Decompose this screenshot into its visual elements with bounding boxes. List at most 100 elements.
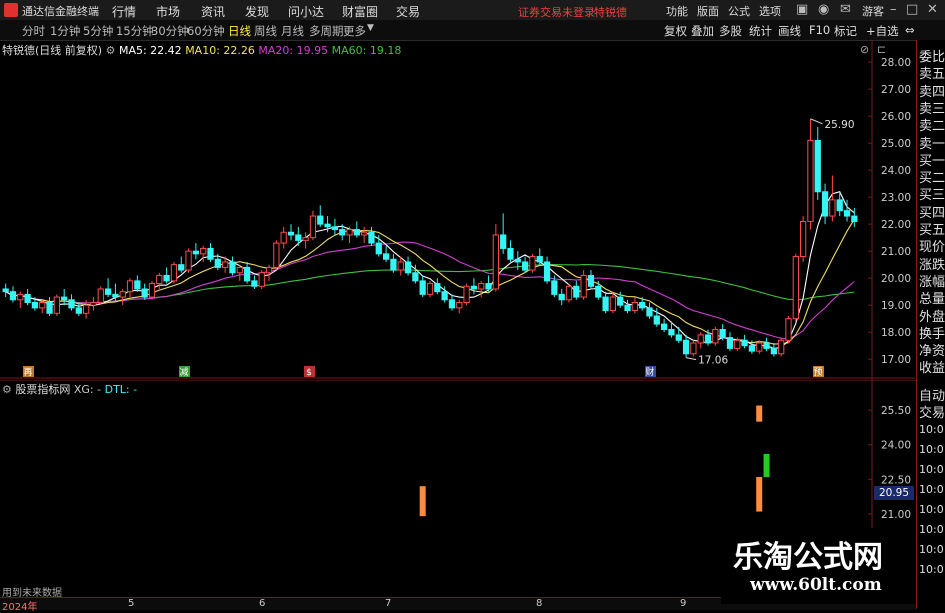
menu-formula[interactable]: 公式 [728, 3, 750, 19]
tool-draw[interactable]: 画线 [778, 23, 801, 39]
candle [814, 126, 821, 200]
menu-ask[interactable]: 问小达 [288, 3, 324, 20]
menu-discover[interactable]: 发现 [245, 3, 269, 20]
menu-market[interactable]: 市场 [156, 3, 180, 20]
candlestick-chart[interactable]: 28.00 27.00 26.00 25.00 24.00 23.00 22.00 21.00… [0, 40, 915, 380]
tool-mark[interactable]: 标记 [834, 23, 857, 39]
candle [690, 340, 697, 357]
candle-body [258, 272, 265, 287]
candle [134, 275, 141, 292]
candle-body [821, 191, 829, 217]
candle-body [587, 274, 595, 287]
candle-body [112, 293, 119, 298]
panel-toggle-icon[interactable]: ⇔ [905, 23, 915, 37]
message-icon[interactable]: ✉ [840, 2, 851, 17]
candle [97, 286, 104, 306]
price-tick-label: 22.00 [881, 219, 911, 231]
menu-function[interactable]: 功能 [666, 3, 688, 19]
menu-wealth[interactable]: 财富圈 [342, 3, 378, 20]
price-tick-label: 25.00 [881, 138, 911, 150]
trade-login-warning[interactable]: 证券交易未登录 [518, 4, 595, 20]
menu-options[interactable]: 选项 [759, 3, 781, 19]
minimize-icon[interactable]: – [890, 2, 897, 17]
tool-f10[interactable]: F10 [809, 23, 830, 37]
candle [361, 226, 368, 244]
month-label: 9 [680, 598, 687, 609]
tool-multi-stock[interactable]: 多股 [719, 23, 742, 39]
price-tick-label: 20.00 [881, 273, 911, 285]
candle [543, 256, 551, 284]
stock-name-link[interactable]: 特锐德 [594, 4, 627, 20]
candle [273, 240, 280, 271]
skin-icon[interactable]: ▣ [796, 2, 808, 17]
candle-body [456, 301, 463, 309]
period-monthly[interactable]: 月线 [281, 23, 304, 39]
guest-account[interactable]: 游客 [862, 3, 884, 19]
candle-body [163, 274, 170, 282]
menu-quotes[interactable]: 行情 [112, 3, 136, 20]
tool-stats[interactable]: 统计 [749, 23, 772, 39]
candle-body [573, 285, 580, 298]
candle-body [302, 237, 309, 241]
period-more[interactable]: 更多 [343, 23, 366, 39]
tool-overlay[interactable]: 叠加 [691, 23, 714, 39]
period-daily[interactable]: 日线 [228, 23, 251, 39]
candle [426, 280, 434, 298]
candle [726, 332, 734, 352]
period-5min[interactable]: 5分钟 [83, 23, 113, 39]
menu-bar: 通达信金融终端 行情 市场 资讯 发现 问小达 财富圈 交易 证券交易未登录 特… [0, 0, 945, 21]
period-intraday[interactable]: 分时 [22, 23, 45, 39]
menu-trade[interactable]: 交易 [396, 3, 420, 20]
collapse-icon[interactable]: ⊏ [877, 43, 886, 56]
candle [529, 253, 536, 273]
maximize-icon[interactable]: □ [906, 2, 918, 17]
candle [573, 280, 580, 300]
candle [485, 275, 492, 292]
menu-layout[interactable]: 版面 [697, 3, 719, 19]
candle [287, 224, 295, 241]
price-tick-label: 27.00 [881, 84, 911, 96]
period-weekly[interactable]: 周线 [254, 23, 277, 39]
period-multi[interactable]: 多周期 [309, 23, 344, 39]
candle [236, 264, 243, 281]
candle [602, 291, 609, 314]
candle [456, 299, 463, 314]
app-title: 通达信金融终端 [22, 5, 99, 18]
candle-body [170, 264, 178, 282]
tool-adjust[interactable]: 复权 [664, 23, 687, 39]
user-icon[interactable]: ◉ [818, 2, 829, 17]
quote-field-label: 涨跌 [919, 257, 945, 273]
period-15min[interactable]: 15分钟 [116, 23, 154, 39]
tool-add-watchlist[interactable]: +自选 [866, 23, 899, 39]
candle-body [83, 304, 90, 314]
gear-icon[interactable]: ⚙ [106, 44, 116, 57]
period-60min[interactable]: 60分钟 [187, 23, 225, 39]
candle-body [331, 226, 339, 231]
candle [660, 318, 668, 333]
candle [792, 253, 799, 322]
chart-settings-icon[interactable]: ⊘ [860, 43, 869, 56]
menu-news[interactable]: 资讯 [201, 3, 225, 20]
candle-body [492, 234, 499, 290]
candle-body [719, 328, 726, 339]
candle-body [353, 229, 360, 236]
candle [265, 264, 273, 281]
candle [141, 283, 148, 300]
high-pointer [810, 118, 823, 125]
candle-body [185, 250, 192, 271]
candle [448, 294, 456, 311]
candle-body [222, 261, 229, 268]
period-1min[interactable]: 1分钟 [50, 23, 80, 39]
candle [148, 280, 156, 300]
auto-trade-label[interactable]: 交易 [919, 402, 945, 421]
candle-body [690, 342, 697, 355]
period-30min[interactable]: 30分钟 [151, 23, 189, 39]
candle-body [68, 299, 75, 309]
close-icon[interactable]: ✕ [927, 2, 938, 17]
candle [829, 175, 836, 222]
candle [785, 315, 792, 343]
chevron-down-icon[interactable]: ▼ [367, 23, 374, 33]
month-label: 8 [536, 598, 543, 609]
year-label: 2024年 [2, 602, 38, 613]
candle-body [668, 328, 675, 336]
